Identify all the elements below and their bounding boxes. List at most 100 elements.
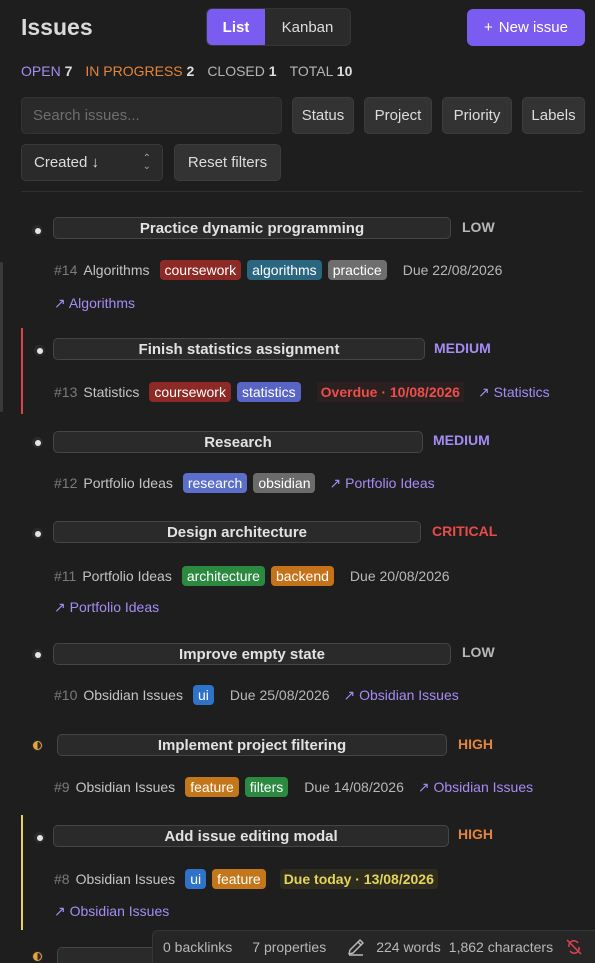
search-input[interactable]	[21, 97, 282, 134]
backlinks-count[interactable]: 0 backlinks	[163, 939, 232, 955]
issue-meta: #11 Portfolio Ideas architecture backend…	[54, 566, 450, 586]
tag-coursework[interactable]: coursework	[159, 260, 242, 280]
plus-icon: +	[484, 19, 493, 36]
issue-card[interactable]: Design architecture CRITICAL #11 Portfol…	[21, 512, 583, 624]
status-in-progress-icon[interactable]	[32, 951, 43, 962]
issue-number: #13	[54, 384, 78, 400]
issue-title[interactable]: Improve empty state	[53, 643, 451, 665]
status-filter-button[interactable]: Status	[292, 97, 354, 134]
tag-coursework[interactable]: coursework	[149, 382, 231, 402]
issue-title[interactable]: Add issue editing modal	[53, 825, 449, 847]
stat-closed: CLOSED 1	[207, 63, 277, 79]
issue-stats: OPEN 7 IN PROGRESS 2 CLOSED 1 TOTAL 10	[21, 63, 352, 79]
priority-filter-button[interactable]: Priority	[442, 97, 512, 134]
tag-obsidian[interactable]: obsidian	[253, 473, 316, 493]
word-count: 224 words	[376, 939, 441, 955]
tag-ui[interactable]: ui	[192, 685, 214, 705]
issue-card[interactable]: Research MEDIUM #12 Portfolio Ideas rese…	[21, 421, 583, 503]
issue-meta: #8 Obsidian Issues ui feature Due today …	[54, 869, 438, 889]
issue-project: Portfolio Ideas	[83, 475, 173, 491]
issue-project: Algorithms	[83, 262, 150, 278]
project-link[interactable]: ↗ Portfolio Ideas	[329, 475, 434, 492]
priority-badge: LOW	[462, 219, 495, 235]
project-link[interactable]: ↗ Obsidian Issues	[344, 687, 459, 704]
stat-total: TOTAL 10	[289, 63, 353, 79]
chevron-up-down-icon: ⌃ ⌄	[142, 152, 151, 172]
tag-algorithms[interactable]: algorithms	[247, 260, 322, 280]
priority-badge: MEDIUM	[433, 432, 490, 448]
issue-card[interactable]: Practice dynamic programming LOW #14 Alg…	[21, 208, 583, 320]
issue-number: #11	[54, 568, 77, 584]
issue-title[interactable]: Design architecture	[53, 521, 421, 543]
new-issue-label: New issue	[498, 19, 568, 36]
status-open-icon[interactable]	[32, 528, 43, 539]
status-in-progress-icon[interactable]	[32, 740, 43, 751]
status-open-icon[interactable]	[32, 225, 43, 236]
issue-number: #9	[54, 779, 70, 795]
issue-meta: #13 Statistics coursework statistics Ove…	[54, 382, 550, 402]
issue-card[interactable]: Implement project filtering HIGH #9 Obsi…	[21, 725, 583, 807]
issue-number: #8	[54, 871, 70, 887]
priority-badge: HIGH	[458, 826, 493, 842]
due-date-today: Due today · 13/08/2026	[279, 869, 438, 889]
issue-card[interactable]: Finish statistics assignment MEDIUM #13 …	[21, 328, 583, 414]
project-link[interactable]: ↗ Obsidian Issues	[54, 903, 169, 920]
tag-filters[interactable]: filters	[244, 777, 289, 797]
character-count: 1,862 characters	[448, 939, 554, 955]
issue-card[interactable]: Improve empty state LOW #10 Obsidian Iss…	[21, 633, 583, 715]
issue-title[interactable]: Research	[53, 431, 423, 453]
priority-badge: HIGH	[458, 736, 493, 752]
sort-select[interactable]: Created ↓ ⌃ ⌄	[21, 144, 163, 181]
tag-feature[interactable]: feature	[212, 869, 266, 889]
issue-card[interactable]: Add issue editing modal HIGH #8 Obsidian…	[21, 815, 583, 930]
view-kanban-button[interactable]: Kanban	[265, 9, 350, 45]
divider	[21, 191, 583, 192]
issue-title[interactable]: Practice dynamic programming	[53, 217, 451, 239]
sort-value: Created ↓	[34, 154, 100, 171]
status-open-icon[interactable]	[32, 649, 43, 660]
issue-meta: #12 Portfolio Ideas research obsidian ↗ …	[54, 473, 435, 493]
due-date: Due 20/08/2026	[349, 568, 450, 584]
issue-project: Obsidian Issues	[83, 687, 183, 703]
project-link[interactable]: ↗ Algorithms	[54, 295, 135, 312]
status-open-icon[interactable]	[34, 345, 45, 356]
reset-filters-button[interactable]: Reset filters	[174, 144, 281, 181]
project-filter-button[interactable]: Project	[364, 97, 432, 134]
view-toggle: List Kanban	[206, 8, 351, 46]
sync-off-icon[interactable]	[565, 938, 583, 956]
issue-project: Obsidian Issues	[75, 871, 176, 887]
tag-statistics[interactable]: statistics	[236, 382, 301, 402]
tag-architecture[interactable]: architecture	[181, 566, 265, 586]
due-date: Due 25/08/2026	[229, 687, 330, 703]
project-link[interactable]: ↗ Obsidian Issues	[418, 779, 533, 796]
labels-filter-button[interactable]: Labels	[522, 97, 585, 134]
issue-project: Portfolio Ideas	[82, 568, 172, 584]
project-link[interactable]: ↗ Portfolio Ideas	[54, 599, 159, 616]
issue-number: #10	[54, 687, 78, 703]
issue-meta: #14 Algorithms coursework algorithms pra…	[54, 260, 502, 280]
issue-title-partial[interactable]	[57, 947, 157, 963]
due-date-overdue: Overdue · 10/08/2026	[316, 382, 464, 402]
issue-meta: #9 Obsidian Issues feature filters Due 1…	[54, 777, 533, 797]
left-edge-scroll-handle[interactable]	[0, 262, 3, 412]
due-date: Due 22/08/2026	[402, 262, 503, 278]
tag-feature[interactable]: feature	[185, 777, 239, 797]
tag-research[interactable]: research	[182, 473, 248, 493]
issue-number: #12	[54, 475, 78, 491]
issue-title[interactable]: Implement project filtering	[57, 734, 447, 756]
status-open-icon[interactable]	[34, 832, 45, 843]
status-open-icon[interactable]	[32, 437, 43, 448]
due-date: Due 14/08/2026	[304, 779, 404, 795]
new-issue-button[interactable]: + New issue	[467, 9, 585, 46]
view-list-button[interactable]: List	[207, 9, 265, 45]
tag-ui[interactable]: ui	[185, 869, 207, 889]
issue-number: #14	[54, 262, 78, 278]
tag-backend[interactable]: backend	[270, 566, 334, 586]
properties-count[interactable]: 7 properties	[252, 939, 326, 955]
tag-practice[interactable]: practice	[327, 260, 387, 280]
stat-in-progress: IN PROGRESS 2	[85, 63, 195, 79]
pencil-icon[interactable]	[346, 937, 366, 957]
project-link[interactable]: ↗ Statistics	[478, 384, 550, 401]
priority-badge: CRITICAL	[432, 523, 498, 539]
issue-title[interactable]: Finish statistics assignment	[53, 338, 425, 360]
